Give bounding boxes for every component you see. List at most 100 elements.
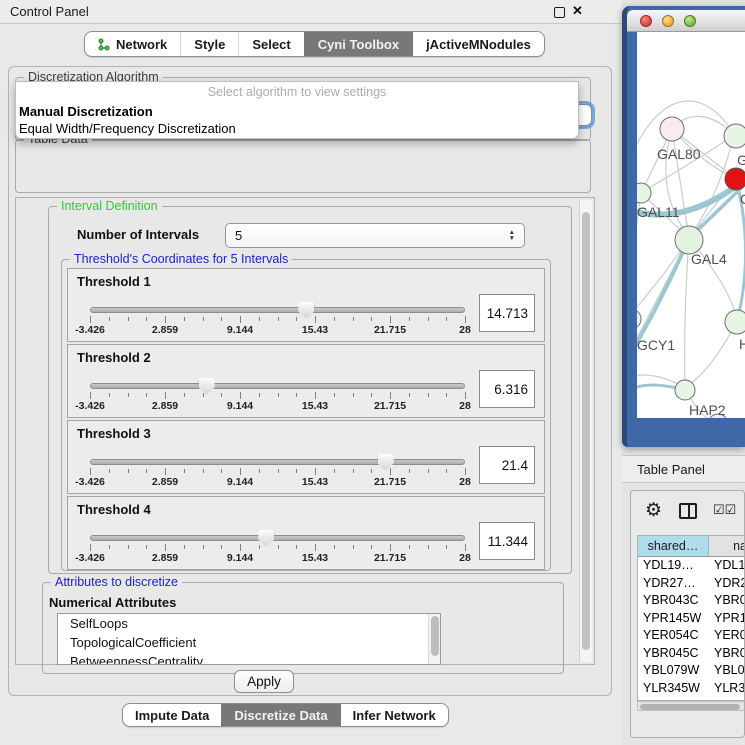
cell[interactable]: YDR27… xyxy=(638,575,709,593)
close-icon[interactable]: ✕ xyxy=(572,3,583,19)
node-gal80[interactable] xyxy=(660,117,684,141)
tick-mark xyxy=(240,316,241,323)
mac-zoom-icon[interactable] xyxy=(684,15,696,27)
node-gal4[interactable] xyxy=(675,226,703,254)
list-item-betweennesscentrality[interactable]: BetweennessCentrality xyxy=(58,652,440,665)
table-row[interactable]: YLR345WYLR3 xyxy=(638,680,745,698)
threshold-4-value-field[interactable] xyxy=(479,522,535,560)
slider-track[interactable] xyxy=(90,535,465,541)
network-graph-icon xyxy=(98,38,111,51)
table-horizontal-scrollbar[interactable] xyxy=(637,701,745,711)
tab-jactivemnodules[interactable]: jActiveMNodules xyxy=(412,32,544,56)
threshold-3-value-field[interactable] xyxy=(479,446,535,484)
tick-mark xyxy=(353,469,354,473)
table-row[interactable]: YDL19…YDL1 xyxy=(638,557,745,575)
tab-style[interactable]: Style xyxy=(180,32,238,56)
control-panel: Control Panel ✕ Network Style Select Cyn… xyxy=(0,0,622,745)
cell[interactable]: YDR2 xyxy=(709,575,745,593)
tick-mark xyxy=(371,393,372,397)
tab-impute-data[interactable]: Impute Data xyxy=(123,704,221,726)
cell[interactable]: YBR0 xyxy=(709,645,745,663)
gear-icon[interactable]: ⚙ xyxy=(645,499,662,522)
cell[interactable]: YBL079W xyxy=(638,662,709,680)
list-item-topologicalcoefficient[interactable]: TopologicalCoefficient xyxy=(58,633,440,652)
tick-mark xyxy=(240,544,241,551)
network-canvas[interactable]: GAL80 G C GAL11 GAL4 GCY1 H HAP2 xyxy=(637,32,745,418)
table-row[interactable]: YBR043CYBR0 xyxy=(638,592,745,610)
tick-mark xyxy=(109,393,110,397)
cell[interactable]: YDL1 xyxy=(709,557,745,575)
table-row[interactable]: YBR045CYBR0 xyxy=(638,645,745,663)
list-item-selfloops[interactable]: SelfLoops xyxy=(58,614,440,633)
list-scrollbar-thumb[interactable] xyxy=(431,616,439,656)
cell[interactable]: YPR145W xyxy=(638,610,709,628)
table-row[interactable]: YDR27…YDR2 xyxy=(638,575,745,593)
cell[interactable]: YER054C xyxy=(638,627,709,645)
tab-select[interactable]: Select xyxy=(238,32,303,56)
dropdown-option-manual-discretization[interactable]: Manual Discretization xyxy=(19,104,153,119)
tab-infer-network[interactable]: Infer Network xyxy=(340,704,448,726)
cell[interactable]: YBL0 xyxy=(709,662,745,680)
tick-label: 15.43 xyxy=(302,552,328,564)
cell[interactable]: YBR043C xyxy=(638,592,709,610)
settings-scrollbar-thumb[interactable] xyxy=(582,212,590,650)
node-hap2[interactable] xyxy=(675,380,695,400)
tick-mark xyxy=(296,469,297,473)
cell[interactable]: YLR345W xyxy=(638,680,709,698)
tick-label: 2.859 xyxy=(152,324,178,336)
apply-button[interactable]: Apply xyxy=(234,670,294,693)
split-columns-icon[interactable] xyxy=(679,503,697,519)
tick-mark xyxy=(465,316,466,323)
cell[interactable]: YBR0 xyxy=(709,592,745,610)
slider-track[interactable] xyxy=(90,383,465,389)
threshold-2-slider[interactable]: -3.4262.8599.14415.4321.71528 xyxy=(90,369,465,412)
tick-mark xyxy=(296,393,297,397)
mac-minimize-icon[interactable] xyxy=(662,15,674,27)
list-scrollbar[interactable] xyxy=(428,614,440,664)
cell[interactable]: YDL19… xyxy=(638,557,709,575)
threshold-1-slider[interactable]: -3.4262.8599.14415.4321.71528 xyxy=(90,293,465,336)
slider-track[interactable] xyxy=(90,459,465,465)
tab-discretize-data[interactable]: Discretize Data xyxy=(221,704,339,726)
node-gcy1[interactable] xyxy=(637,309,641,329)
tick-label: 2.859 xyxy=(152,476,178,488)
node-red[interactable] xyxy=(725,168,745,190)
column-header-name[interactable]: na xyxy=(709,536,745,556)
slider-ticks xyxy=(90,392,465,400)
settings-scrollbar[interactable] xyxy=(579,200,592,662)
tick-mark xyxy=(446,317,447,321)
table-row[interactable]: YPR145WYPR1 xyxy=(638,610,745,628)
settings-scroll-area: Interval Definition Number of Intervals … xyxy=(15,197,595,665)
tab-network-label: Network xyxy=(116,37,167,52)
node-top-right[interactable] xyxy=(724,124,745,148)
slider-track[interactable] xyxy=(90,307,465,313)
cell[interactable]: YBR045C xyxy=(638,645,709,663)
node-h[interactable] xyxy=(725,310,745,334)
dropdown-option-equal-width-frequency[interactable]: Equal Width/Frequency Discretization xyxy=(19,121,236,136)
threshold-2-value-field[interactable] xyxy=(479,370,535,408)
tick-mark xyxy=(184,393,185,397)
table-scrollbar-thumb[interactable] xyxy=(640,704,740,710)
tick-mark xyxy=(278,469,279,473)
tick-label: 21.715 xyxy=(374,324,406,336)
cell[interactable]: YER0 xyxy=(709,627,745,645)
tick-mark xyxy=(221,393,222,397)
threshold-1-value-field[interactable] xyxy=(479,294,535,332)
column-header-shared-name[interactable]: shared… xyxy=(638,536,709,556)
tab-cyni-toolbox[interactable]: Cyni Toolbox xyxy=(304,32,412,56)
select-checkboxes-icon[interactable]: ☑☑ xyxy=(713,502,736,518)
cell[interactable]: YLR3 xyxy=(709,680,745,698)
tick-mark xyxy=(146,469,147,473)
network-view-window: GAL80 G C GAL11 GAL4 GCY1 H HAP2 xyxy=(622,6,745,447)
threshold-3-slider[interactable]: -3.4262.8599.14415.4321.71528 xyxy=(90,445,465,488)
tick-label: -3.426 xyxy=(75,400,105,412)
table-row[interactable]: YBL079WYBL0 xyxy=(638,662,745,680)
cell[interactable]: YPR1 xyxy=(709,610,745,628)
number-of-intervals-combobox[interactable]: 5 ▲▼ xyxy=(225,223,525,248)
table-row[interactable]: YER054CYER0 xyxy=(638,627,745,645)
tab-network[interactable]: Network xyxy=(85,32,180,56)
mac-close-icon[interactable] xyxy=(640,15,652,27)
table-data-section: Table Data galFiltered.sif default node … xyxy=(15,139,591,193)
float-window-icon[interactable] xyxy=(554,7,565,18)
threshold-4-slider[interactable]: -3.4262.8599.14415.4321.71528 xyxy=(90,521,465,564)
